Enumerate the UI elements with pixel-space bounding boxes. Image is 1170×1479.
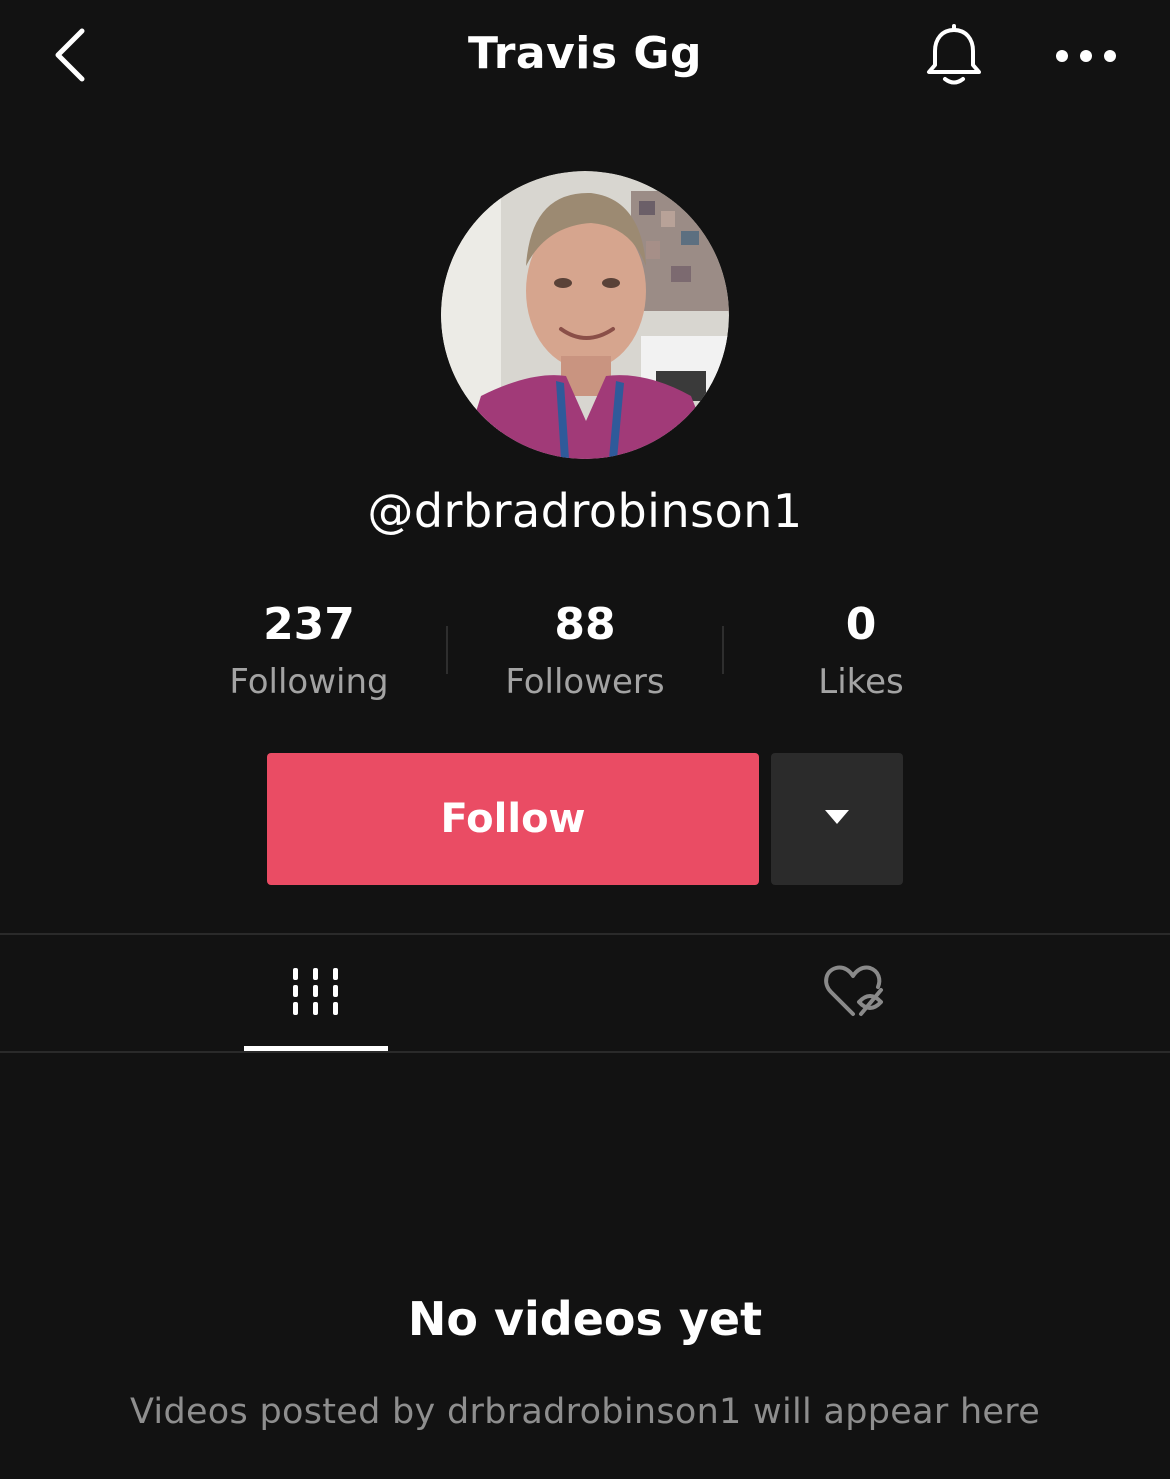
page-title: Travis Gg xyxy=(468,28,702,79)
suggested-accounts-dropdown-button[interactable] xyxy=(771,753,903,885)
grid-columns-icon xyxy=(292,966,340,1022)
tab-videos[interactable] xyxy=(244,936,388,1052)
followers-count: 88 xyxy=(554,599,616,650)
stat-divider xyxy=(446,626,448,674)
more-options-button[interactable] xyxy=(1046,30,1126,86)
stat-following[interactable]: 237 Following xyxy=(189,596,429,710)
more-horizontal-icon xyxy=(1054,48,1118,68)
notifications-button[interactable] xyxy=(918,22,990,94)
avatar[interactable] xyxy=(441,171,729,459)
following-label: Following xyxy=(229,662,389,702)
tabs-bottom-divider xyxy=(0,1051,1170,1053)
tabs-top-divider xyxy=(0,933,1170,935)
stat-likes[interactable]: 0 Likes xyxy=(741,596,981,710)
empty-state-title: No videos yet xyxy=(407,1292,763,1346)
followers-label: Followers xyxy=(505,662,665,702)
likes-label: Likes xyxy=(818,662,904,702)
empty-state-subtitle: Videos posted by drbradrobinson1 will ap… xyxy=(129,1392,1041,1432)
username: @drbradrobinson1 xyxy=(367,484,803,538)
likes-count: 0 xyxy=(845,599,877,650)
stat-divider xyxy=(722,626,724,674)
follow-button[interactable]: Follow xyxy=(267,753,759,885)
bell-icon xyxy=(922,24,986,92)
following-count: 237 xyxy=(263,599,355,650)
stat-followers[interactable]: 88 Followers xyxy=(465,596,705,710)
triangle-down-icon xyxy=(823,808,851,830)
tab-liked-videos[interactable] xyxy=(780,936,930,1052)
heart-hidden-icon xyxy=(823,964,887,1024)
